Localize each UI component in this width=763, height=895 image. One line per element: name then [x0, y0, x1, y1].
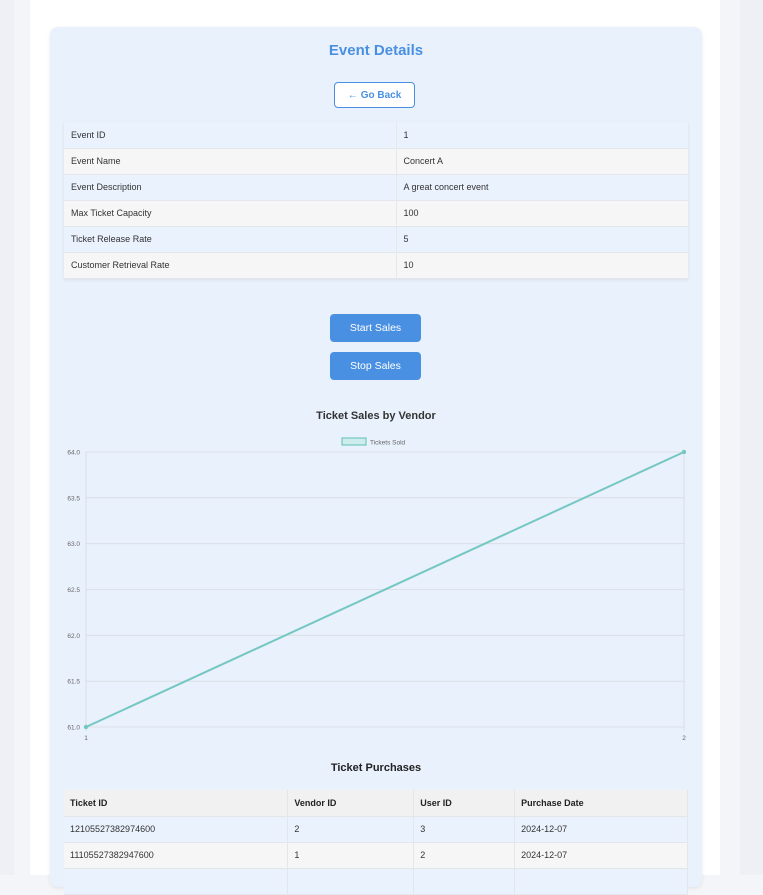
go-back-button[interactable]: ← Go Back [334, 82, 415, 108]
detail-label: Event Description [64, 174, 397, 201]
detail-value: 1 [396, 122, 688, 149]
table-cell: 3 [413, 816, 516, 843]
detail-value: A great concert event [396, 174, 688, 201]
detail-value: 5 [396, 226, 688, 253]
event-details-table: Event ID 1 Event Name Concert A Event Descri… [64, 122, 688, 279]
detail-value: Concert A [396, 148, 688, 175]
y-tick-label: 62.0 [67, 633, 80, 640]
legend-swatch [341, 437, 367, 446]
back-arrow-icon: ← [347, 89, 358, 101]
ticket-purchases-table: Ticket ID Vendor ID User ID Purchase Date 1… [64, 790, 688, 895]
stop-sales-button[interactable]: Stop Sales [330, 352, 421, 380]
chart-title: Ticket Sales by Vendor [316, 410, 436, 422]
right-gutter [740, 0, 763, 875]
detail-value: 10 [396, 252, 688, 279]
table-cell: 2 [413, 842, 516, 869]
legend-label: Tickets Sold [370, 440, 406, 447]
table-row [64, 868, 688, 895]
data-point [83, 724, 89, 730]
column-header[interactable]: User ID [413, 790, 516, 817]
table-cell: 12105527382974600 [64, 816, 289, 843]
detail-row: Event ID 1 [64, 122, 688, 149]
column-header[interactable]: Purchase Date [514, 790, 688, 817]
start-sales-button[interactable]: Start Sales [330, 314, 421, 342]
column-header[interactable]: Ticket ID [64, 790, 289, 817]
detail-row: Customer Retrieval Rate 10 [64, 252, 688, 279]
table-cell: 2 [287, 816, 415, 843]
y-tick-label: 63.0 [67, 541, 80, 548]
table-row: 11105527382947600 1 2 2024-12-07 [64, 842, 688, 869]
table-cell: 1 [287, 842, 415, 869]
table-cell: 11105527382947600 [64, 842, 289, 869]
y-tick-label: 63.5 [67, 495, 80, 502]
purchases-title: Ticket Purchases [330, 762, 422, 774]
detail-value: 100 [396, 200, 688, 227]
go-back-label: Go Back [360, 89, 402, 101]
y-tick-label: 61.0 [67, 725, 80, 732]
detail-row: Max Ticket Capacity 100 [64, 200, 688, 227]
x-tick-label: 1 [84, 735, 88, 742]
x-tick-label: 2 [682, 735, 686, 742]
detail-label: Customer Retrieval Rate [64, 252, 397, 279]
detail-label: Event Name [64, 148, 397, 175]
detail-row: Ticket Release Rate 5 [64, 226, 688, 253]
ticket-sales-chart: Tickets Sold 64.0 63.5 63.0 62.5 62.0 61.5 61.0… [67, 437, 687, 742]
table-cell [287, 868, 415, 895]
y-tick-label: 64.0 [67, 450, 80, 457]
table-cell: 2024-12-07 [514, 842, 688, 869]
detail-label: Max Ticket Capacity [64, 200, 397, 227]
event-details-card: Event Details ← Go Back Event ID 1 Event N… [50, 27, 702, 895]
data-point [681, 449, 687, 455]
table-cell: 2024-12-07 [514, 816, 688, 843]
table-row: 12105527382974600 2 3 2024-12-07 [64, 816, 688, 843]
table-cell [64, 868, 289, 895]
left-gutter [0, 0, 14, 875]
detail-row: Event Name Concert A [64, 148, 688, 175]
detail-label: Ticket Release Rate [64, 226, 397, 253]
detail-row: Event Description A great concert event [64, 174, 688, 201]
y-tick-label: 62.5 [67, 587, 80, 594]
detail-label: Event ID [64, 122, 397, 149]
table-cell [514, 868, 688, 895]
table-cell [413, 868, 516, 895]
column-header[interactable]: Vendor ID [287, 790, 415, 817]
page-title: Event Details [328, 42, 424, 59]
y-tick-label: 61.5 [67, 679, 80, 686]
